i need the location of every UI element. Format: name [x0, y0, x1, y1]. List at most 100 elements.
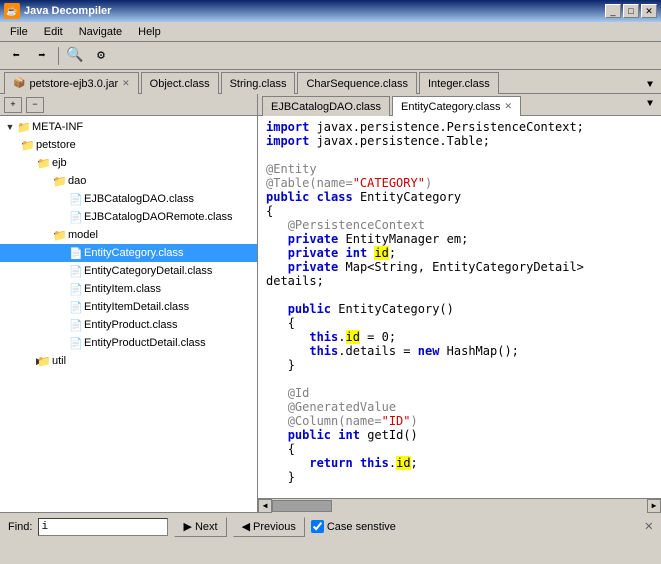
folder-icon: 📁: [20, 139, 36, 152]
tree-header: + −: [0, 94, 257, 116]
scroll-left-btn[interactable]: ◀: [258, 499, 272, 513]
minimize-button[interactable]: _: [605, 4, 621, 18]
menu-edit[interactable]: Edit: [36, 24, 71, 40]
find-prev-icon: ◀: [242, 520, 250, 533]
tree-item-dao[interactable]: ▼ 📁 dao: [0, 172, 257, 190]
tree-content: ▼ 📁 META-INF ▼ 📁 petstore ▼ 📁 ejb ▼ 📁 da…: [0, 116, 257, 512]
tree-toggle-ejb[interactable]: ▼: [0, 158, 36, 168]
tree-item-petstore[interactable]: ▼ 📁 petstore: [0, 136, 257, 154]
find-case-sensitive-checkbox[interactable]: [311, 520, 324, 533]
menu-file[interactable]: File: [2, 24, 36, 40]
class-icon: 📄: [68, 211, 84, 224]
scroll-thumb[interactable]: [272, 500, 332, 512]
code-tab-entitycategory-label: EntityCategory.class: [401, 101, 500, 113]
tab-string[interactable]: String.class: [221, 72, 296, 94]
find-input[interactable]: [38, 518, 168, 536]
tree-item-util[interactable]: ▶ 📁 util: [0, 352, 257, 370]
find-case-sensitive[interactable]: Case senstive: [311, 520, 396, 533]
code-tab-entitycategory[interactable]: EntityCategory.class ✕: [392, 96, 521, 116]
tree-toggle-meta-inf[interactable]: ▼: [0, 122, 16, 132]
maximize-button[interactable]: □: [623, 4, 639, 18]
title-bar-text: ☕ Java Decompiler: [4, 3, 111, 19]
tree-toggle-petstore[interactable]: ▼: [0, 140, 20, 150]
tree-label-util: util: [52, 355, 253, 367]
tree-label-ejbcatalogdaoremote: EJBCatalogDAORemote.class: [84, 211, 253, 223]
search-button[interactable]: 🔍: [63, 45, 87, 67]
find-case-sensitive-label: Case senstive: [327, 521, 396, 533]
menu-help[interactable]: Help: [130, 24, 169, 40]
tree-label-meta-inf: META-INF: [32, 121, 253, 133]
toolbar-separator: [58, 47, 59, 65]
tree-label-ejbcatalogdao: EJBCatalogDAO.class: [84, 193, 253, 205]
tab-jar-icon: 📦: [13, 78, 25, 89]
tree-item-entityitemdetail[interactable]: 📄 EntityItemDetail.class: [0, 298, 257, 316]
class-icon: 📄: [68, 193, 84, 206]
main-layout: + − ▼ 📁 META-INF ▼ 📁 petstore ▼ 📁 ejb: [0, 94, 661, 512]
tree-item-ejbcatalogdaoremote[interactable]: 📄 EJBCatalogDAORemote.class: [0, 208, 257, 226]
tree-item-model[interactable]: ▼ 📁 model: [0, 226, 257, 244]
tree-item-entityproduct[interactable]: 📄 EntityProduct.class: [0, 316, 257, 334]
tab-charsequence[interactable]: CharSequence.class: [297, 72, 417, 94]
tree-item-ejb[interactable]: ▼ 📁 ejb: [0, 154, 257, 172]
close-button[interactable]: ✕: [641, 4, 657, 18]
tree-panel: + − ▼ 📁 META-INF ▼ 📁 petstore ▼ 📁 ejb: [0, 94, 258, 512]
code-tab-ejbcatalogdao[interactable]: EJBCatalogDAO.class: [262, 96, 390, 116]
tab-jar-close[interactable]: ✕: [122, 78, 130, 89]
app-title: Java Decompiler: [24, 5, 111, 17]
tab-integer[interactable]: Integer.class: [419, 72, 499, 94]
tree-toggle-model[interactable]: ▼: [0, 230, 52, 240]
tree-item-ejbcatalogdao[interactable]: 📄 EJBCatalogDAO.class: [0, 190, 257, 208]
toolbar: ⬅ ➡ 🔍 ⚙: [0, 42, 661, 70]
code-text: import javax.persistence.PersistenceCont…: [258, 116, 661, 488]
class-icon: 📄: [68, 337, 84, 350]
tree-item-entityproductdetail[interactable]: 📄 EntityProductDetail.class: [0, 334, 257, 352]
tree-label-petstore: petstore: [36, 139, 253, 151]
folder-icon: 📁: [36, 157, 52, 170]
find-next-icon: ▶: [183, 520, 191, 533]
menu-bar: File Edit Navigate Help: [0, 22, 661, 42]
tree-label-entityproductdetail: EntityProductDetail.class: [84, 337, 253, 349]
folder-icon: 📁: [52, 229, 68, 242]
tree-label-entityproduct: EntityProduct.class: [84, 319, 253, 331]
find-close-button[interactable]: ✕: [645, 518, 653, 535]
back-button[interactable]: ⬅: [4, 45, 28, 67]
folder-icon: 📁: [52, 175, 68, 188]
horizontal-scrollbar[interactable]: ◀ ▶: [258, 498, 661, 512]
tab-jar[interactable]: 📦 petstore-ejb3.0.jar ✕: [4, 72, 139, 94]
settings-button[interactable]: ⚙: [89, 45, 113, 67]
tree-expand-all[interactable]: +: [4, 97, 22, 113]
tab-object[interactable]: Object.class: [141, 72, 219, 94]
find-bar: Find: ▶ Next ◀ Previous Case senstive ✕: [0, 512, 661, 540]
forward-button[interactable]: ➡: [30, 45, 54, 67]
code-tab-entitycategory-close[interactable]: ✕: [505, 101, 513, 112]
tree-item-entitycategorydetail[interactable]: 📄 EntityCategoryDetail.class: [0, 262, 257, 280]
code-tabs: EJBCatalogDAO.class EntityCategory.class…: [258, 94, 661, 116]
find-prev-label: Previous: [253, 521, 296, 533]
code-tabs-arrow[interactable]: ▼: [643, 99, 657, 110]
find-next-button[interactable]: ▶ Next: [174, 517, 226, 537]
tree-toggle-dao[interactable]: ▼: [0, 176, 52, 186]
scroll-right-btn[interactable]: ▶: [647, 499, 661, 513]
tab-charsequence-label: CharSequence.class: [306, 78, 408, 90]
menu-navigate[interactable]: Navigate: [71, 24, 130, 40]
tree-label-entitycategory: EntityCategory.class: [84, 247, 253, 259]
tree-toggle-util[interactable]: ▶: [0, 356, 36, 367]
tabs-arrow[interactable]: ▼: [643, 78, 657, 93]
tree-item-entitycategory[interactable]: 📄 EntityCategory.class: [0, 244, 257, 262]
tree-label-entityitemdetail: EntityItemDetail.class: [84, 301, 253, 313]
folder-icon: 📁: [36, 355, 52, 368]
title-bar-controls: _ □ ✕: [605, 4, 657, 18]
find-prev-button[interactable]: ◀ Previous: [233, 517, 305, 537]
tree-collapse-all[interactable]: −: [26, 97, 44, 113]
tree-item-meta-inf[interactable]: ▼ 📁 META-INF: [0, 118, 257, 136]
code-tab-ejbcatalogdao-label: EJBCatalogDAO.class: [271, 101, 381, 113]
class-icon: 📄: [68, 283, 84, 296]
code-content[interactable]: import javax.persistence.PersistenceCont…: [258, 116, 661, 498]
outer-tabs: 📦 petstore-ejb3.0.jar ✕ Object.class Str…: [0, 70, 661, 94]
tab-string-label: String.class: [230, 78, 287, 90]
find-label: Find:: [8, 521, 32, 533]
scroll-track[interactable]: [272, 499, 647, 513]
class-icon: 📄: [68, 301, 84, 314]
tree-item-entityitem[interactable]: 📄 EntityItem.class: [0, 280, 257, 298]
find-next-label: Next: [195, 521, 218, 533]
